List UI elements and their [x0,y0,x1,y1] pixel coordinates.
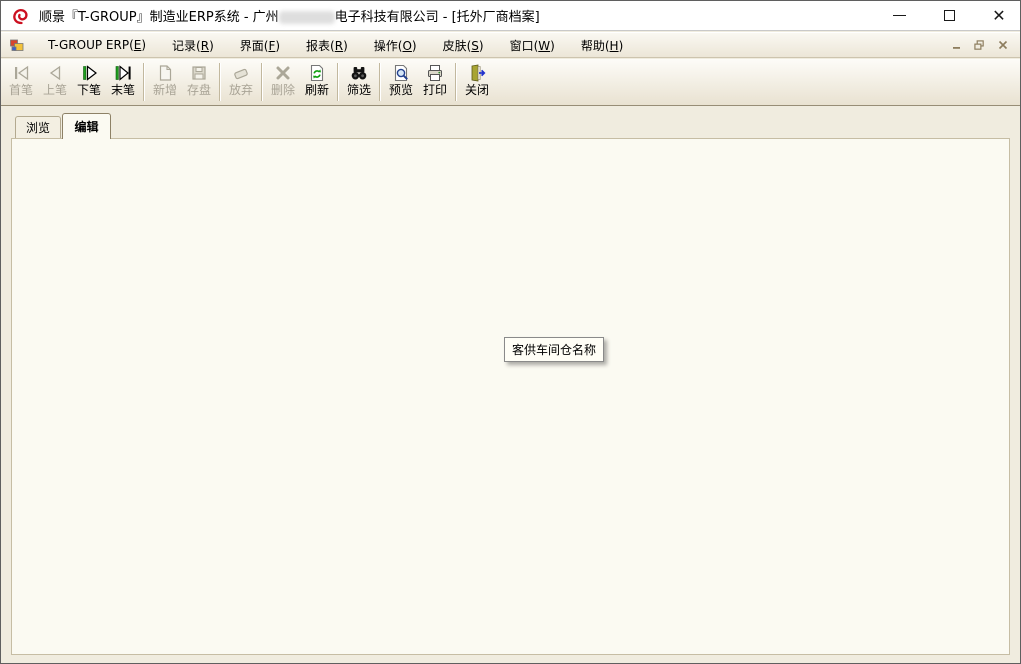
maximize-button[interactable] [934,4,964,28]
toolbar-first-record-button[interactable]: 首笔 [4,60,38,104]
redacted-company-name [279,11,335,24]
toolbar-separator [261,63,263,101]
preview-icon [391,63,411,83]
menu-reports[interactable]: 报表(R) [293,33,361,57]
toolbar-button-label: 新增 [153,84,177,97]
toolbar-prev-record-button[interactable]: 上笔 [38,60,72,104]
app-window: 顺景『T-GROUP』制造业ERP系统 - 广州电子科技有限公司 - [托外厂商… [0,0,1021,664]
delete-icon [273,63,293,83]
menu-interface[interactable]: 界面(F) [227,33,293,57]
menu-records[interactable]: 记录(R) [159,33,227,57]
minimize-button[interactable] [884,4,914,28]
toolbar-preview-button[interactable]: 预览 [384,60,418,104]
toolbar-separator [337,63,339,101]
save-icon [189,63,209,83]
menu-tgroup-erp[interactable]: T-GROUP ERP(E) [35,33,159,57]
eraser-icon [231,63,251,83]
edit-panel [11,138,1010,655]
new-icon [155,63,175,83]
toolbar-separator [455,63,457,101]
customer-warehouse-tooltip: 客供车间仓名称 [504,337,604,362]
first-icon [11,63,31,83]
child-window-icon [9,37,25,53]
toolbar-filter-button[interactable]: 筛选 [342,60,376,104]
toolbar-separator [143,63,145,101]
menubar-items: T-GROUP ERP(E)记录(R)界面(F)报表(R)操作(O)皮肤(S)窗… [35,33,636,57]
next-icon [79,63,99,83]
toolbar-button-label: 末笔 [111,84,135,97]
toolbar-button-label: 下笔 [77,84,101,97]
mdi-close-icon[interactable] [995,38,1010,52]
menubar: T-GROUP ERP(E)记录(R)界面(F)报表(R)操作(O)皮肤(S)窗… [1,32,1020,58]
toolbar-button-label: 存盘 [187,84,211,97]
toolbar-save-record-button[interactable]: 存盘 [182,60,216,104]
toolbar-print-button[interactable]: 打印 [418,60,452,104]
toolbar-next-record-button[interactable]: 下笔 [72,60,106,104]
window-title: 顺景『T-GROUP』制造业ERP系统 - 广州电子科技有限公司 - [托外厂商… [39,6,540,25]
refresh-icon [307,63,327,83]
prev-icon [45,63,65,83]
mdi-restore-icon[interactable] [972,38,987,52]
toolbar-delete-record-button[interactable]: 删除 [266,60,300,104]
toolbar-close-window-button[interactable]: 关闭 [460,60,494,104]
toolbar-last-record-button[interactable]: 末笔 [106,60,140,104]
toolbar-button-label: 刷新 [305,84,329,97]
last-icon [113,63,133,83]
close-button[interactable]: ✕ [984,4,1014,28]
toolbar-separator [379,63,381,101]
binoculars-icon [349,63,369,83]
mdi-window-controls [949,38,1010,52]
tab-browse[interactable]: 浏览 [15,116,61,138]
toolbar-button-label: 删除 [271,84,295,97]
toolbar-button-label: 筛选 [347,84,371,97]
toolbar-button-label: 打印 [423,84,447,97]
toolbar-refresh-button[interactable]: 刷新 [300,60,334,104]
toolbar-button-label: 首笔 [9,84,33,97]
menu-window[interactable]: 窗口(W) [497,33,568,57]
toolbar-button-label: 关闭 [465,84,489,97]
app-logo-icon [11,6,31,26]
print-icon [425,63,445,83]
titlebar: 顺景『T-GROUP』制造业ERP系统 - 广州电子科技有限公司 - [托外厂商… [1,1,1020,31]
toolbar-button-label: 预览 [389,84,413,97]
door-icon [467,63,487,83]
tab-edit[interactable]: 编辑 [62,113,111,139]
menu-operations[interactable]: 操作(O) [361,33,430,57]
mdi-minimize-icon[interactable] [949,38,964,52]
toolbar-button-label: 放弃 [229,84,253,97]
menu-help[interactable]: 帮助(H) [568,33,636,57]
toolbar-new-record-button[interactable]: 新增 [148,60,182,104]
toolbar-discard-button[interactable]: 放弃 [224,60,258,104]
toolbar-separator [219,63,221,101]
menu-skin[interactable]: 皮肤(S) [430,33,497,57]
toolbar-button-label: 上笔 [43,84,67,97]
toolbar: 首笔上笔下笔末笔 新增存盘 放弃 删除刷新 筛选 预览打印 关闭 [1,59,1020,106]
